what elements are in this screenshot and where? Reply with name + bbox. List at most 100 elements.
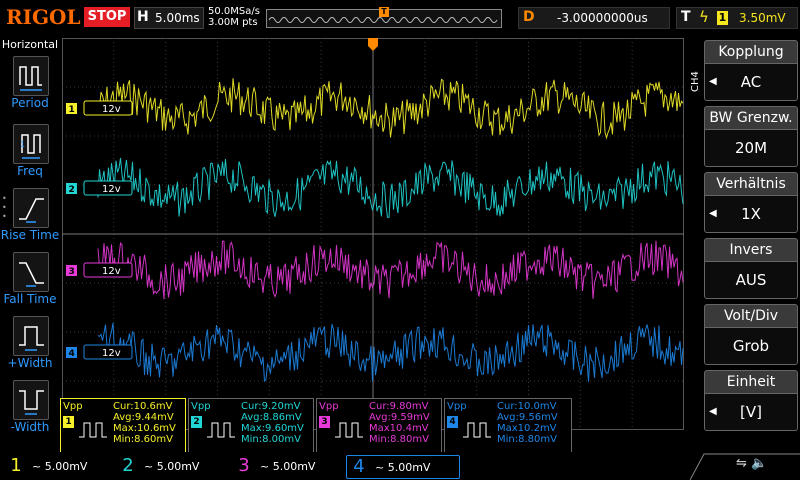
probe-ratio-title: Verhältnis (704, 172, 798, 195)
measurement-ch3[interactable]: Vpp 3 Cur:9.80mV Avg:9.59mV Max10.4mV Min:8… (316, 398, 442, 454)
trigger-box[interactable]: T ϟ 1 3.50mV (676, 7, 798, 29)
measure-freq[interactable]: 1 Freq (0, 124, 60, 186)
waveform-grid: 1 12v 2 12v 3 12v 4 12v (62, 38, 684, 430)
pulse-icon (79, 422, 107, 438)
neg-width-icon (13, 380, 49, 420)
measurement-values: Cur:9.80mV Avg:9.59mV Max10.4mV Min:8.80mV (369, 401, 430, 445)
rigol-logo: RIGOL (6, 5, 81, 29)
volt-div-value: Grob (704, 327, 798, 365)
menu-volt-div[interactable]: Volt/Div Grob (704, 304, 798, 368)
menu-bw-limit[interactable]: BW Grenzw. 20M (704, 106, 798, 170)
menu-probe-ratio[interactable]: Verhältnis ◀ 1X (704, 172, 798, 236)
left-arrow-icon: ◀ (709, 76, 717, 87)
channel-marker-4: 4 12v (66, 344, 133, 360)
bottom-channel-3[interactable]: 3 ~ 5.00mV (232, 455, 344, 477)
channel-label-text: 12v (102, 104, 121, 115)
memory-waveform-overview: T (266, 7, 502, 28)
pos-width-label: +Width (7, 356, 53, 370)
measurement-ch1[interactable]: Vpp 1 Cur:10.6mV Avg:9.44mV Max:10.6mV Min:… (60, 398, 186, 454)
trigger-source: 1 (717, 11, 728, 25)
bw-limit-title: BW Grenzw. (704, 106, 798, 129)
menu-coupling[interactable]: Kopplung ◀ AC (704, 40, 798, 104)
measure-period[interactable]: Period (0, 56, 60, 118)
run-stop-status[interactable]: STOP (84, 7, 130, 27)
pos-width-icon (13, 316, 49, 356)
channel-marker-2: 2 12v (66, 180, 133, 196)
waveform-ch3 (97, 240, 684, 300)
measure-fall-time[interactable]: Fall Time (0, 252, 60, 314)
svg-text:1: 1 (20, 140, 25, 149)
coupling-value: ◀ AC (704, 63, 798, 101)
freq-label: Freq (17, 164, 43, 178)
channel-label-text: 12v (102, 348, 121, 359)
bw-limit-value: 20M (704, 129, 798, 167)
bottom-channel-4[interactable]: 4 ~ 5.00mV (346, 455, 460, 479)
rising-edge-icon: ϟ (699, 8, 709, 26)
unit-value: ◀ [V] (704, 393, 798, 431)
channel-settings-menu: Kopplung ◀ AC BW Grenzw. 20M Verhältnis ◀… (700, 36, 800, 452)
channel-scale: ~ 5.00mV (144, 460, 200, 473)
pulse-icon (335, 422, 363, 438)
trigger-position-marker[interactable]: T (379, 7, 389, 17)
channel-number: 1 (10, 455, 22, 476)
freq-icon: 1 (13, 124, 49, 164)
fall-time-label: Fall Time (3, 292, 57, 306)
timebase-value: 5.00ms (155, 11, 200, 25)
invert-value: AUS (704, 261, 798, 299)
channel-label-text: 12v (102, 266, 121, 277)
horizontal-timebase[interactable]: H 5.00ms (134, 7, 204, 29)
pulse-icon (207, 422, 235, 438)
probe-ratio-value: ◀ 1X (704, 195, 798, 233)
bottom-channel-2[interactable]: 2 ~ 5.00mV (116, 455, 228, 477)
channel-marker-1: 1 12v (66, 100, 133, 116)
channel-marker-number: 4 (69, 349, 75, 359)
fall-time-icon (13, 252, 49, 292)
unit-title: Einheit (704, 370, 798, 393)
measurement-ch2[interactable]: Vpp 2 Cur:9.20mV Avg:8.86mV Max:9.60mV Min:… (188, 398, 314, 454)
channel-marker-number: 3 (69, 267, 75, 277)
channel-scale: ~ 5.00mV (375, 461, 431, 474)
delay-value: -3.00000000us (557, 11, 648, 25)
waveform-ch2 (97, 157, 684, 218)
channel-label-text: 12v (102, 184, 121, 195)
measurement-channel: 4 (447, 416, 458, 428)
memory-depth: 3.00M pts (208, 17, 258, 28)
sample-rate: 50.0MSa/s (208, 6, 260, 17)
bottom-channel-1[interactable]: 1 ~ 5.00mV (4, 455, 112, 477)
rise-time-label: Rise Time (0, 228, 60, 242)
channel-scale: ~ 5.00mV (260, 460, 316, 473)
measurement-channel: 2 (191, 416, 202, 428)
measure-pos-width[interactable]: +Width (0, 316, 60, 378)
channel-scale: ~ 5.00mV (32, 460, 88, 473)
left-arrow-icon: ◀ (709, 406, 717, 417)
measurement-values: Cur:10.6mV Avg:9.44mV Max:10.6mV Min:8.60mV (113, 401, 176, 445)
rise-time-icon (13, 188, 49, 228)
measurement-values: Cur:9.20mV Avg:8.86mV Max:9.60mV Min:8.00mV (241, 401, 304, 445)
horizontal-letter: H (137, 9, 149, 25)
trigger-time-marker (368, 38, 378, 51)
channel-marker-number: 1 (69, 105, 75, 115)
measurement-ch4[interactable]: Vpp 4 Cur:10.0mV Avg:9.56mV Max10.2mV Min:8… (444, 398, 572, 454)
channel-number: 4 (353, 456, 365, 477)
measurement-channel: 3 (319, 416, 330, 428)
delay-letter: D (523, 9, 535, 25)
measure-neg-width[interactable]: -Width (0, 380, 60, 442)
usb-icon: ⇋ 🔈 (736, 456, 768, 471)
menu-invert[interactable]: Invers AUS (704, 238, 798, 302)
period-label: Period (11, 96, 49, 110)
channel-marker-3: 3 12v (66, 262, 133, 278)
channel-number: 2 (122, 455, 134, 476)
pulse-icon (463, 422, 491, 438)
waveform-display[interactable]: 1 12v 2 12v 3 12v 4 12v (62, 38, 684, 430)
delay-box[interactable]: D -3.00000000us (518, 7, 670, 29)
trigger-level: 3.50mV (739, 11, 786, 25)
measurement-title: Vpp (319, 401, 339, 412)
top-status-bar: RIGOL STOP H 5.00ms 50.0MSa/s 3.00M pts … (0, 0, 800, 36)
menu-unit[interactable]: Einheit ◀ [V] (704, 370, 798, 434)
channel-number: 3 (238, 455, 250, 476)
measure-rise-time[interactable]: Rise Time (0, 188, 60, 250)
volt-div-title: Volt/Div (704, 304, 798, 327)
measurement-title: Vpp (63, 401, 83, 412)
invert-title: Invers (704, 238, 798, 261)
channel-marker-number: 2 (69, 185, 75, 195)
